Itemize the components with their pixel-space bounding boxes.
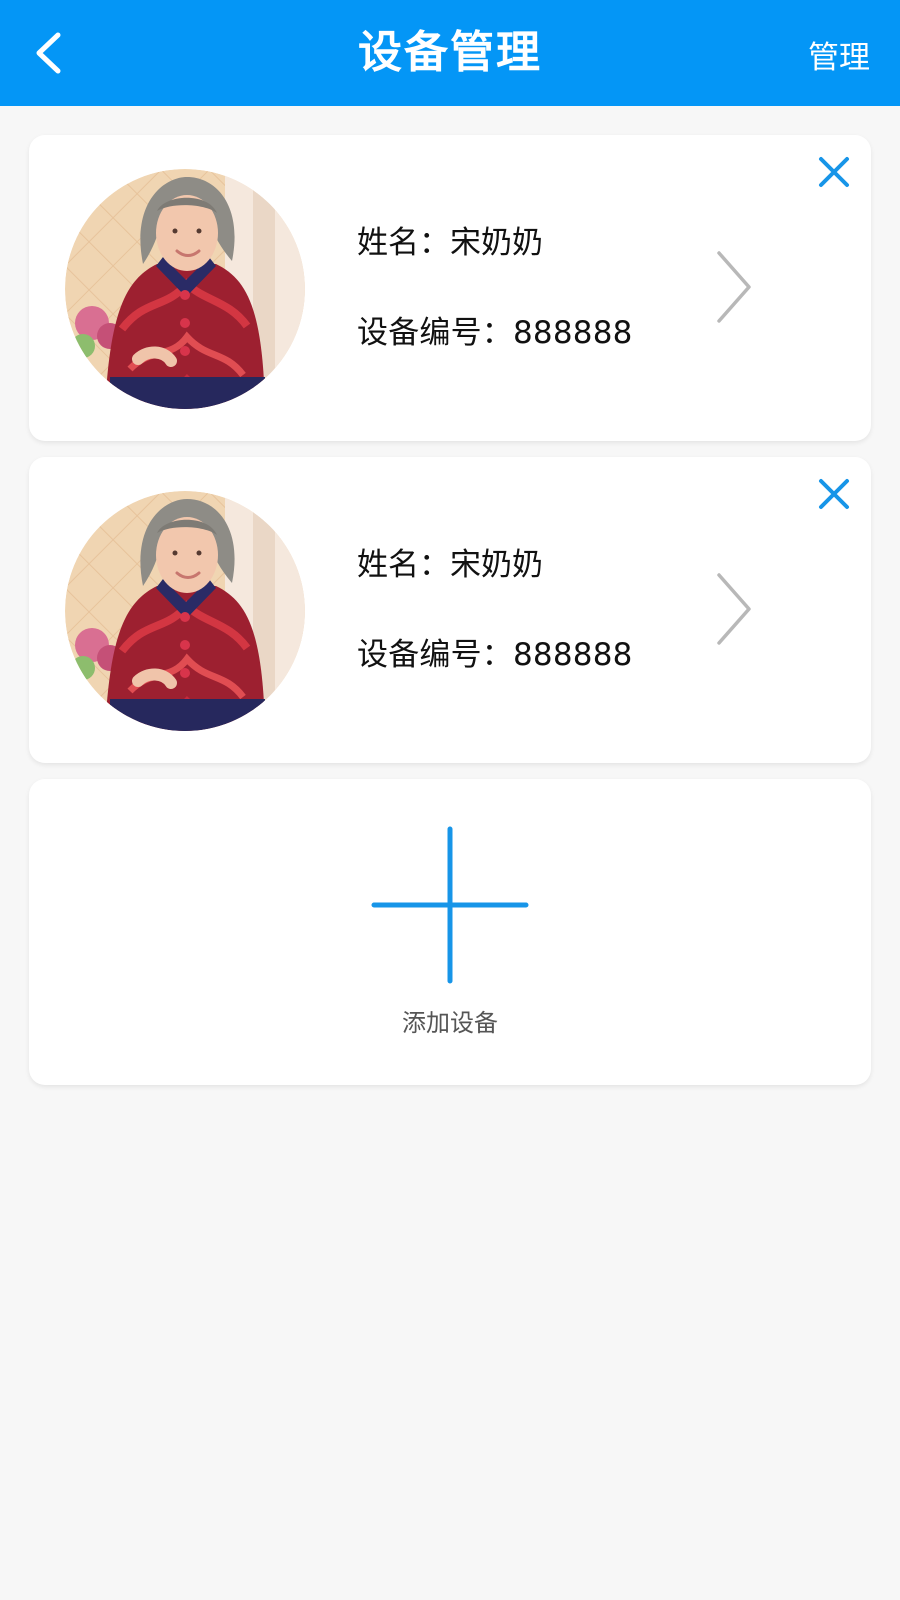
chevron-right-icon xyxy=(717,573,751,645)
name-value: 宋奶奶 xyxy=(450,547,543,583)
device-card[interactable]: 姓名：宋奶奶 设备编号：888888 xyxy=(29,457,871,763)
name-row: 姓名：宋奶奶 xyxy=(357,223,543,263)
name-value: 宋奶奶 xyxy=(450,225,543,261)
avatar xyxy=(65,169,305,409)
device-number-row: 设备编号：888888 xyxy=(357,635,633,675)
page-title: 设备管理 xyxy=(358,27,542,78)
device-number-label: 设备编号： xyxy=(357,315,513,351)
name-label: 姓名： xyxy=(357,547,450,583)
close-icon xyxy=(819,479,849,509)
device-detail-button[interactable] xyxy=(709,244,759,330)
name-row: 姓名：宋奶奶 xyxy=(357,545,543,585)
add-device-label: 添加设备 xyxy=(402,1009,498,1037)
delete-device-button[interactable] xyxy=(815,153,853,191)
name-label: 姓名： xyxy=(357,225,450,261)
delete-device-button[interactable] xyxy=(815,475,853,513)
elderly-woman-photo xyxy=(65,491,305,731)
device-detail-button[interactable] xyxy=(709,566,759,652)
device-number-value: 888888 xyxy=(513,637,633,673)
app-header: 设备管理 管理 xyxy=(0,0,900,106)
manage-button[interactable]: 管理 xyxy=(808,38,870,78)
avatar xyxy=(65,491,305,731)
plus-icon xyxy=(371,826,529,984)
device-number-label: 设备编号： xyxy=(357,637,513,673)
close-icon xyxy=(819,157,849,187)
device-number-row: 设备编号：888888 xyxy=(357,313,633,353)
device-card[interactable]: 姓名：宋奶奶 设备编号：888888 xyxy=(29,135,871,441)
chevron-right-icon xyxy=(717,251,751,323)
device-number-value: 888888 xyxy=(513,315,633,351)
add-device-card[interactable]: 添加设备 xyxy=(29,779,871,1085)
elderly-woman-photo xyxy=(65,169,305,409)
